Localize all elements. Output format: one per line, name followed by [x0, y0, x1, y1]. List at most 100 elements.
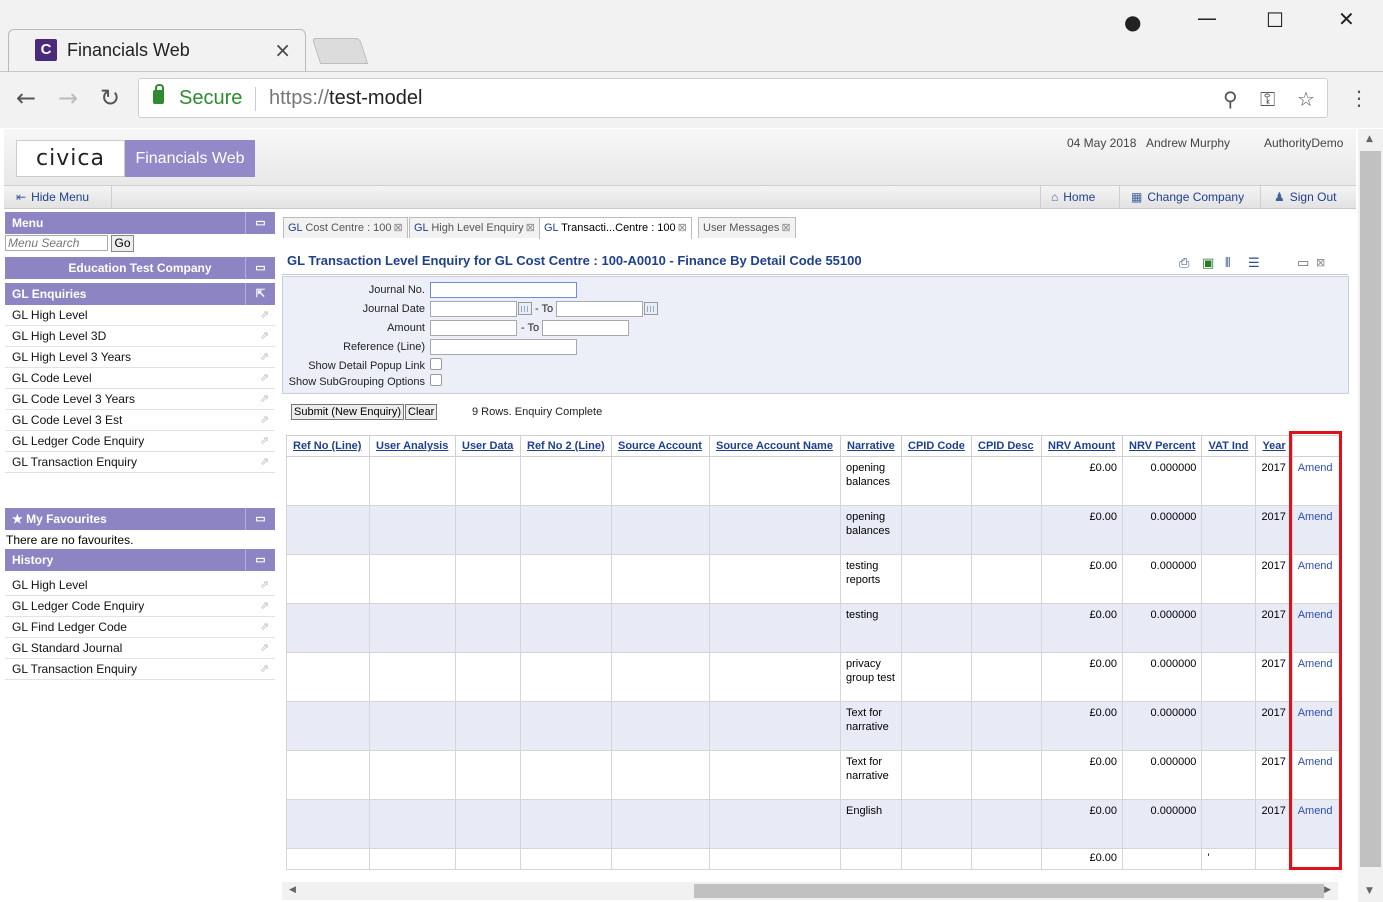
hide-menu-link[interactable]: ⇤ Hide Menu	[16, 190, 89, 204]
col-header-cpid-code[interactable]: CPID Code	[901, 435, 972, 457]
popout-icon[interactable]: ⇗	[260, 413, 269, 426]
popout-icon[interactable]: ⇗	[260, 620, 269, 633]
back-icon[interactable]: ←	[16, 84, 36, 112]
popout-icon[interactable]: ⇗	[260, 392, 269, 405]
favourites-header[interactable]: ★ My Favourites ▭	[5, 508, 275, 530]
popout-icon[interactable]: ⇗	[260, 455, 269, 468]
star-icon[interactable]: ☆	[1297, 87, 1315, 111]
maximize-icon[interactable]: ☐	[1266, 8, 1284, 32]
gl-enquiries-expand-icon[interactable]: ⇱	[245, 283, 275, 305]
journal-date-from-input[interactable]	[430, 301, 517, 317]
columns-icon[interactable]: ⫴	[1225, 256, 1230, 271]
home-link[interactable]: ⌂ Home	[1051, 190, 1095, 204]
history-item-gl-find-ledger-code[interactable]: GL Find Ledger Code ⇗	[5, 617, 275, 638]
zoom-icon[interactable]: ⚲	[1223, 87, 1238, 111]
forward-icon[interactable]: →	[58, 84, 78, 112]
horizontal-scroll-thumb[interactable]	[694, 884, 1324, 898]
close-tab-icon[interactable]: ⊠	[678, 222, 687, 234]
menu-item-gl-code-level-3-years[interactable]: GL Code Level 3 Years ⇗	[5, 389, 275, 410]
menu-dots-icon[interactable]: ⋮	[1349, 86, 1369, 110]
journal-no-input[interactable]	[430, 282, 577, 298]
menu-item-gl-code-level-3-est[interactable]: GL Code Level 3 Est ⇗	[5, 410, 275, 431]
tab-gl-high-level-enquiry[interactable]: GL High Level Enquiry ⊠	[409, 217, 540, 238]
history-item-gl-standard-journal[interactable]: GL Standard Journal ⇗	[5, 638, 275, 659]
col-header-user-data[interactable]: User Data	[455, 435, 521, 457]
popout-icon[interactable]: ⇗	[260, 350, 269, 363]
key-icon[interactable]: ⚿	[1260, 87, 1275, 111]
scroll-left-icon[interactable]: ◀	[289, 885, 296, 895]
popout-icon[interactable]: ⇗	[260, 641, 269, 654]
clear-button[interactable]: Clear	[405, 404, 438, 420]
col-header-ref-no[interactable]: Ref No (Line)	[286, 435, 370, 457]
submit-enquiry-button[interactable]: Submit (New Enquiry)	[291, 404, 404, 420]
close-tab-icon[interactable]: ⊠	[781, 222, 790, 234]
excel-icon[interactable]: ▣	[1202, 256, 1214, 271]
vertical-scrollbar[interactable]: ▲ ▼	[1358, 129, 1383, 902]
scroll-up-icon[interactable]: ▲	[1366, 134, 1373, 144]
print-icon[interactable]: ⎙	[1179, 256, 1189, 271]
tab-gl-cost-centre[interactable]: GL Cost Centre : 100 ⊠	[283, 217, 408, 238]
col-header-year[interactable]: Year	[1255, 435, 1293, 457]
calendar-icon[interactable]	[644, 302, 658, 315]
gl-enquiries-header[interactable]: GL Enquiries ⇱	[5, 283, 275, 305]
sign-out-link[interactable]: ♟ Sign Out	[1274, 190, 1336, 204]
close-panel-icon[interactable]: ⊠	[1316, 256, 1325, 269]
col-header-source-account[interactable]: Source Account	[611, 435, 710, 457]
col-header-cpid-desc[interactable]: CPID Desc	[971, 435, 1042, 457]
sort-icon[interactable]: ☰	[1248, 256, 1260, 271]
scroll-right-icon[interactable]: ▶	[1324, 885, 1331, 895]
col-header-nrv-percent[interactable]: NRV Percent	[1121, 435, 1203, 457]
popout-icon[interactable]: ⇗	[260, 308, 269, 321]
menu-item-gl-high-level-3d[interactable]: GL High Level 3D ⇗	[5, 326, 275, 347]
popout-icon[interactable]: ⇗	[260, 371, 269, 384]
popout-icon[interactable]: ⇗	[260, 599, 269, 612]
reload-icon[interactable]: ↻	[100, 84, 120, 112]
col-header-narrative[interactable]: Narrative	[840, 435, 902, 457]
address-bar[interactable]: Secure https://test-model ⚲ ⚿ ☆	[138, 78, 1328, 118]
menu-search-input[interactable]: Menu Search	[5, 235, 108, 251]
scroll-down-icon[interactable]: ▼	[1366, 886, 1373, 896]
col-header-vat-ind[interactable]: VAT Ind	[1201, 435, 1257, 457]
show-subgrouping-checkbox[interactable]	[430, 374, 442, 386]
popout-icon[interactable]: ⇗	[260, 578, 269, 591]
show-detail-checkbox[interactable]	[430, 358, 442, 370]
amount-from-input[interactable]	[430, 320, 517, 336]
history-header[interactable]: History ▭	[5, 549, 275, 571]
col-header-ref-no-2[interactable]: Ref No 2 (Line)	[520, 435, 612, 457]
company-panel-header[interactable]: Education Test Company ▭	[5, 257, 275, 279]
window-restore-icon[interactable]: ▭	[1297, 256, 1309, 271]
menu-item-gl-high-level-3-years[interactable]: GL High Level 3 Years ⇗	[5, 347, 275, 368]
history-item-gl-high-level[interactable]: GL High Level ⇗	[5, 575, 275, 596]
horizontal-scrollbar[interactable]: ◀ ▶	[282, 882, 1338, 900]
menu-panel-toggle-icon[interactable]: ▭	[245, 212, 275, 234]
menu-item-gl-high-level[interactable]: GL High Level ⇗	[5, 305, 275, 326]
col-header-nrv-amount[interactable]: NRV Amount	[1041, 435, 1123, 457]
journal-date-to-input[interactable]	[556, 301, 643, 317]
popout-icon[interactable]: ⇗	[260, 329, 269, 342]
close-tab-icon[interactable]: ×	[274, 38, 291, 62]
change-company-link[interactable]: ▦ Change Company	[1131, 190, 1244, 204]
menu-item-gl-code-level[interactable]: GL Code Level ⇗	[5, 368, 275, 389]
col-header-user-analysis[interactable]: User Analysis	[369, 435, 456, 457]
reference-input[interactable]	[430, 339, 577, 355]
new-tab-button[interactable]	[311, 38, 369, 64]
profile-icon[interactable]: ●	[1124, 10, 1141, 34]
vertical-scroll-thumb[interactable]	[1360, 151, 1381, 867]
col-header-source-account-name[interactable]: Source Account Name	[709, 435, 841, 457]
calendar-icon[interactable]	[518, 302, 532, 315]
menu-search-go-button[interactable]: Go	[111, 235, 134, 252]
close-window-icon[interactable]: ✕	[1338, 7, 1355, 31]
close-tab-icon[interactable]: ⊠	[394, 222, 403, 234]
popout-icon[interactable]: ⇗	[260, 434, 269, 447]
history-item-gl-ledger-code-enquiry[interactable]: GL Ledger Code Enquiry ⇗	[5, 596, 275, 617]
tab-gl-transaction-enquiry[interactable]: GL Transacti...Centre : 100 ⊠	[539, 217, 692, 239]
close-tab-icon[interactable]: ⊠	[526, 222, 535, 234]
url-text[interactable]: https://test-model	[269, 87, 422, 110]
menu-item-gl-ledger-code-enquiry[interactable]: GL Ledger Code Enquiry ⇗	[5, 431, 275, 452]
tab-user-messages[interactable]: User Messages ⊠	[698, 217, 796, 238]
amount-to-input[interactable]	[542, 320, 629, 336]
minimize-icon[interactable]: —	[1197, 6, 1217, 30]
popout-icon[interactable]: ⇗	[260, 662, 269, 675]
menu-item-gl-transaction-enquiry[interactable]: GL Transaction Enquiry ⇗	[5, 452, 275, 473]
favourites-toggle-icon[interactable]: ▭	[245, 508, 275, 530]
